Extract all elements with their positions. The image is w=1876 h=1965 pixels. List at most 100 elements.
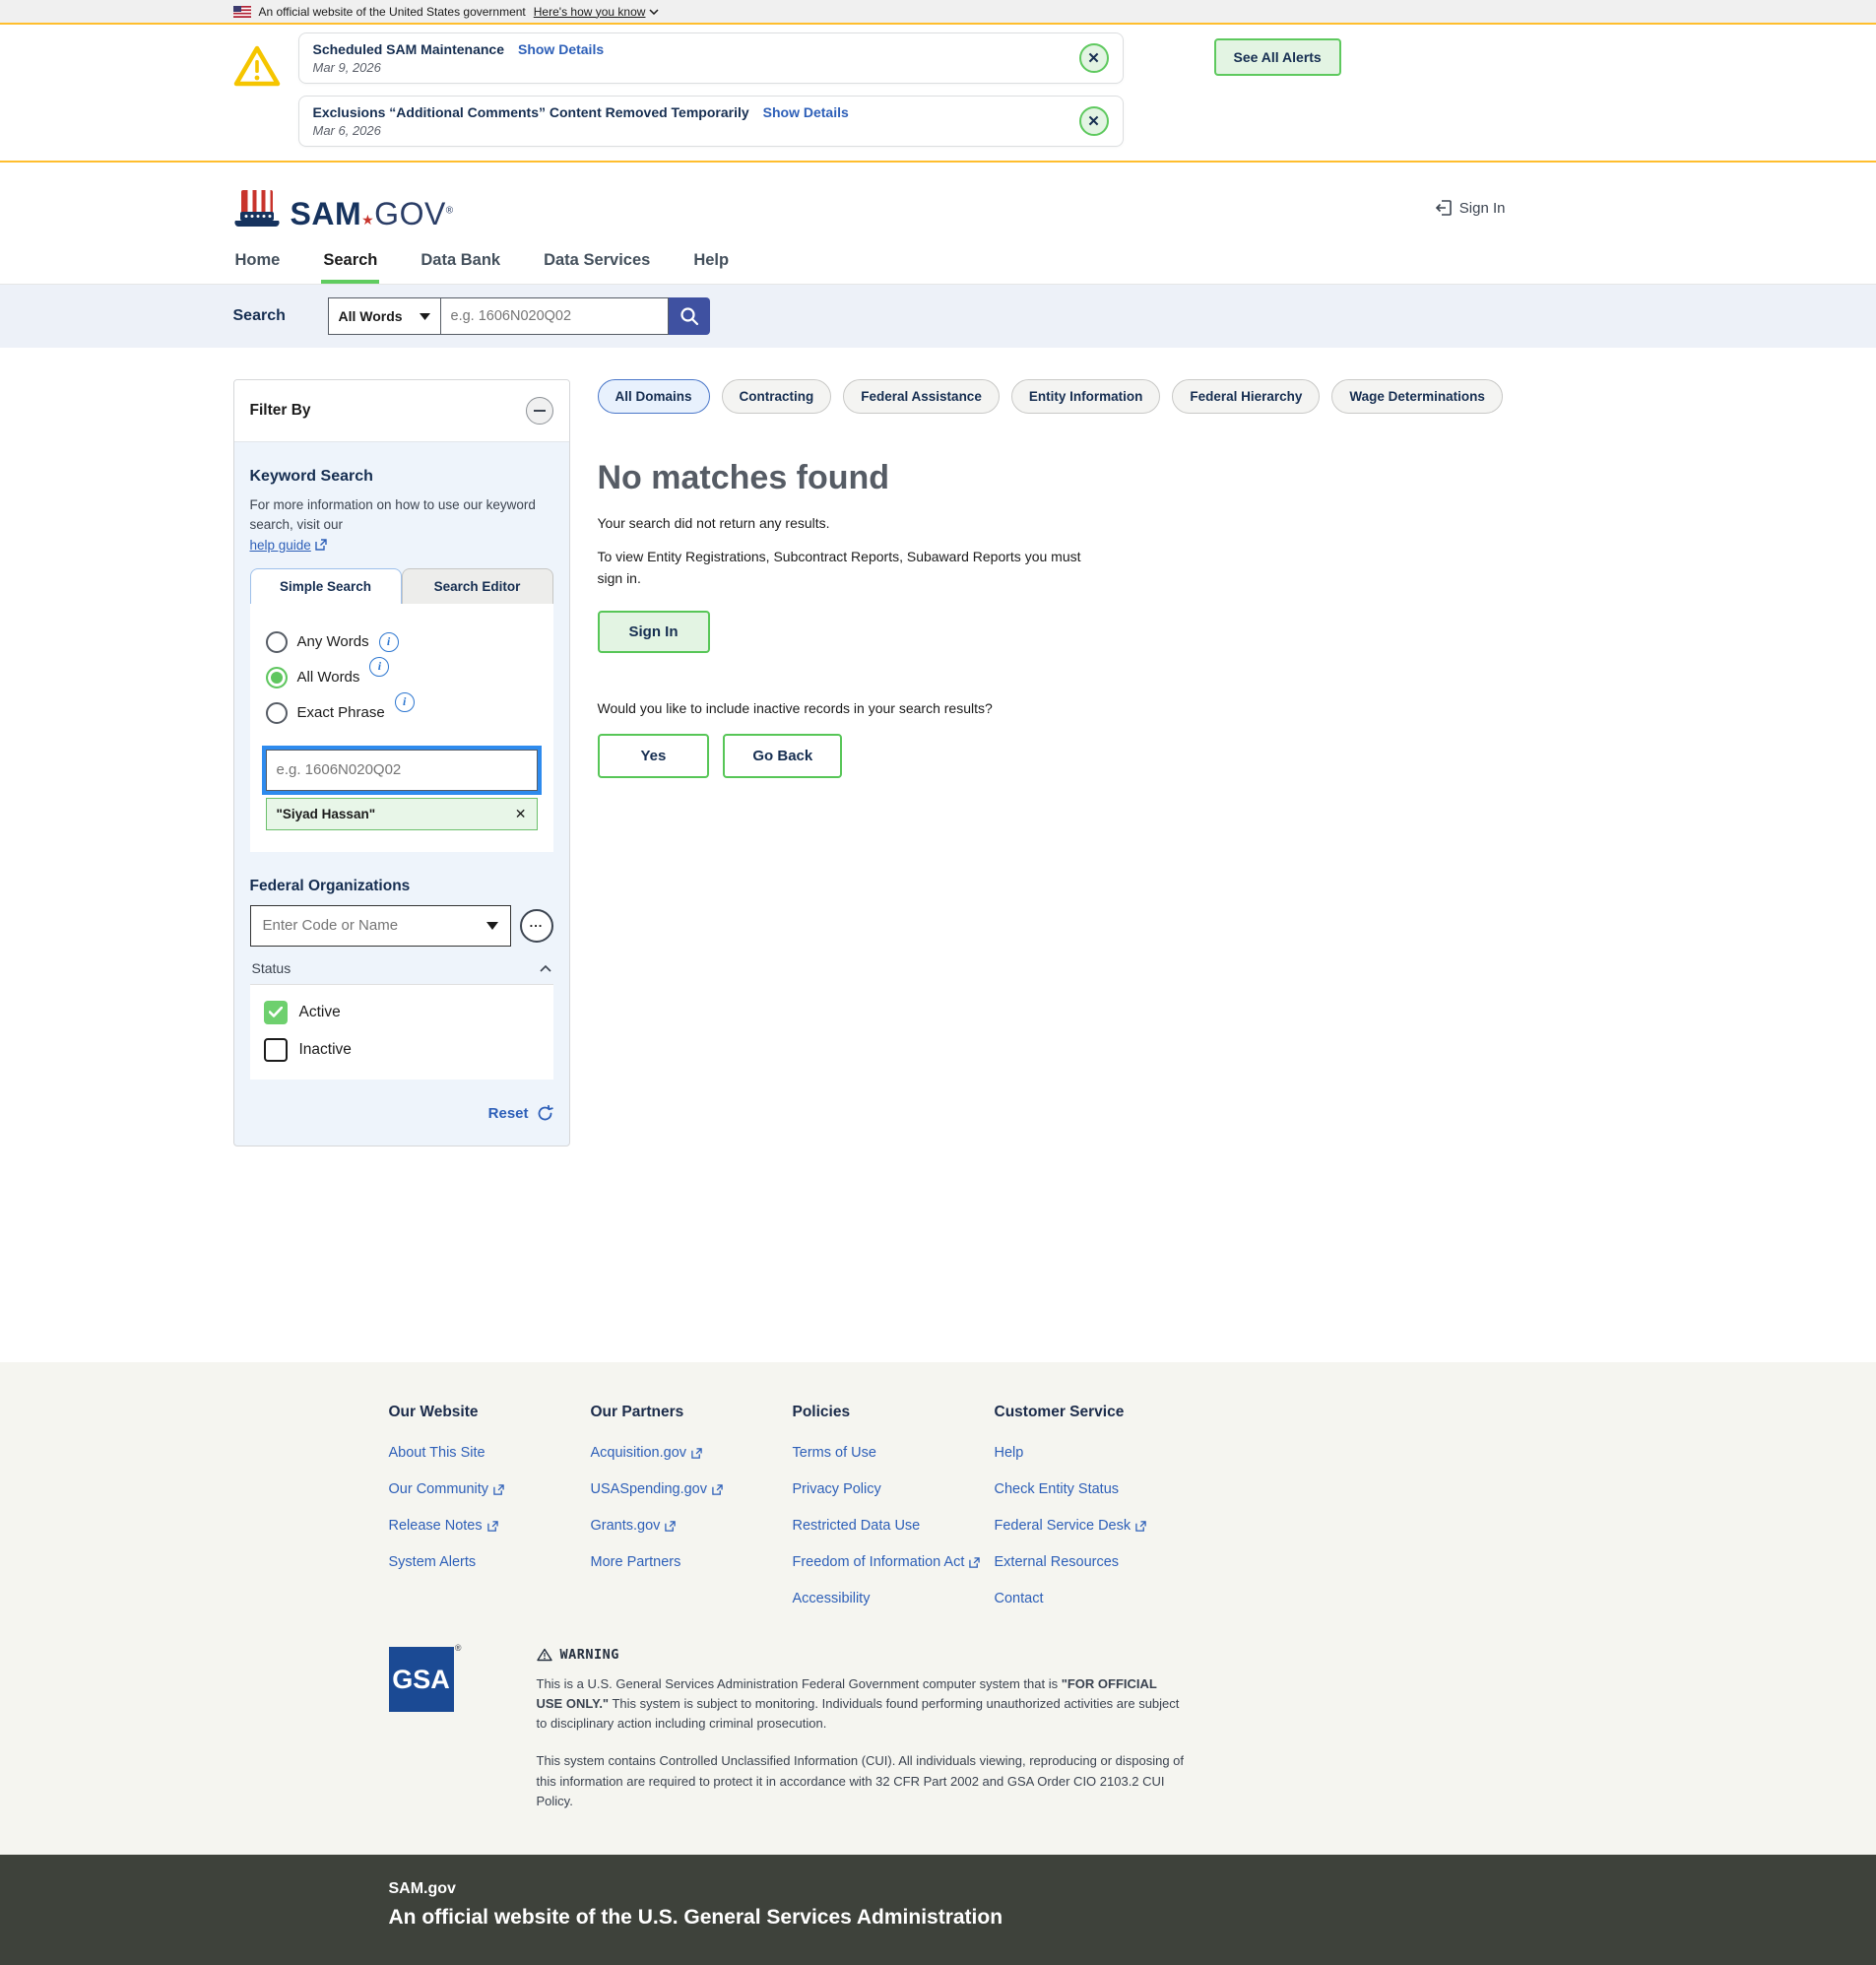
- keyword-search-heading: Keyword Search: [250, 468, 553, 486]
- footer-link-acquisition-gov[interactable]: Acquisition.gov: [591, 1445, 703, 1461]
- nav-item-help[interactable]: Help: [691, 239, 731, 284]
- site-footer: Our Website About This Site Our Communit…: [0, 1362, 1876, 1855]
- radio-any-words[interactable]: [266, 631, 288, 653]
- footer-link-system-alerts[interactable]: System Alerts: [389, 1554, 477, 1570]
- footer-column-customer-service: Customer Service Help Check Entity Statu…: [995, 1404, 1197, 1607]
- footer-link-restricted-data-use[interactable]: Restricted Data Use: [793, 1518, 921, 1534]
- footer-link-privacy-policy[interactable]: Privacy Policy: [793, 1481, 881, 1497]
- tab-search-editor[interactable]: Search Editor: [402, 568, 553, 604]
- sam-gov-logo[interactable]: SAM★GOV®: [233, 186, 454, 229]
- close-icon: ✕: [1087, 112, 1100, 130]
- footer-link-release-notes[interactable]: Release Notes: [389, 1518, 498, 1534]
- global-search-input[interactable]: [440, 297, 669, 335]
- external-link-icon: [665, 1521, 676, 1532]
- bottom-bar-tagline: An official website of the U.S. General …: [389, 1906, 1644, 1930]
- info-icon[interactable]: i: [395, 692, 415, 712]
- info-icon[interactable]: i: [379, 632, 399, 652]
- footer-link-about-this-site[interactable]: About This Site: [389, 1445, 485, 1461]
- gsa-logo: GSA ®: [389, 1647, 454, 1712]
- alert-card: Exclusions “Additional Comments” Content…: [298, 96, 1124, 147]
- checkbox-inactive[interactable]: [264, 1038, 288, 1062]
- nav-item-search[interactable]: Search: [321, 239, 379, 284]
- inactive-records-question: Would you like to include inactive recor…: [598, 700, 1644, 716]
- footer-link-foia[interactable]: Freedom of Information Act: [793, 1554, 981, 1570]
- help-guide-link[interactable]: help guide: [250, 538, 327, 553]
- federal-org-more-button[interactable]: ...: [520, 909, 553, 943]
- footer-link-check-entity-status[interactable]: Check Entity Status: [995, 1481, 1120, 1497]
- see-all-alerts-button[interactable]: See All Alerts: [1214, 38, 1341, 76]
- footer-link-terms-of-use[interactable]: Terms of Use: [793, 1445, 876, 1461]
- chevron-up-icon[interactable]: [540, 964, 551, 972]
- footer-link-federal-service-desk[interactable]: Federal Service Desk: [995, 1518, 1147, 1534]
- tab-simple-search[interactable]: Simple Search: [250, 568, 402, 604]
- footer-link-help[interactable]: Help: [995, 1445, 1024, 1461]
- yes-button[interactable]: Yes: [598, 734, 710, 778]
- search-submit-button[interactable]: [669, 297, 710, 335]
- nav-item-data-services[interactable]: Data Services: [542, 239, 652, 284]
- footer-link-grants-gov[interactable]: Grants.gov: [591, 1518, 677, 1534]
- footer-link-usaspending-gov[interactable]: USASpending.gov: [591, 1481, 724, 1497]
- chevron-down-icon: [649, 9, 659, 15]
- page: An official website of the United States…: [0, 0, 1876, 1965]
- results-area: All Domains Contracting Federal Assistan…: [570, 379, 1644, 778]
- pill-wage-determinations[interactable]: Wage Determinations: [1331, 379, 1503, 414]
- footer-column-our-partners: Our Partners Acquisition.gov USASpending…: [591, 1404, 793, 1607]
- domain-filter-pills: All Domains Contracting Federal Assistan…: [598, 379, 1644, 414]
- pill-contracting[interactable]: Contracting: [722, 379, 832, 414]
- alert-close-button[interactable]: ✕: [1079, 106, 1109, 136]
- keyword-tag-close-icon[interactable]: ✕: [515, 806, 527, 822]
- checkbox-active-label: Active: [299, 1004, 341, 1021]
- footer-link-contact[interactable]: Contact: [995, 1591, 1044, 1606]
- footer-column-our-website: Our Website About This Site Our Communit…: [389, 1404, 591, 1607]
- warning-section: GSA ® WARNING This is a U.S. General Ser…: [389, 1647, 1644, 1855]
- external-link-icon: [691, 1448, 702, 1459]
- sign-in-note: To view Entity Registrations, Subcontrac…: [598, 547, 1090, 589]
- status-options: Active Inactive: [250, 984, 553, 1080]
- alert-show-details-link[interactable]: Show Details: [518, 41, 604, 57]
- alert-date: Mar 6, 2026: [313, 123, 849, 138]
- main-nav: Home Search Data Bank Data Services Help: [0, 239, 1876, 285]
- federal-org-select[interactable]: Enter Code or Name: [250, 905, 511, 947]
- alert-close-button[interactable]: ✕: [1079, 43, 1109, 73]
- nav-item-data-bank[interactable]: Data Bank: [419, 239, 502, 284]
- search-band: Search All Words: [0, 285, 1876, 348]
- radio-exact-phrase[interactable]: [266, 702, 288, 724]
- brand-text: SAM★GOV®: [291, 198, 454, 229]
- warning-paragraph-2: This system contains Controlled Unclassi…: [537, 1751, 1187, 1810]
- radio-exact-phrase-label: Exact Phrase: [297, 704, 385, 721]
- search-mode-select[interactable]: All Words: [328, 297, 440, 335]
- minus-icon: [534, 410, 546, 412]
- header-sign-in-link[interactable]: Sign In: [1435, 199, 1506, 217]
- keyword-tag-text: "Siyad Hassan": [277, 807, 376, 821]
- filter-collapse-button[interactable]: [526, 397, 553, 425]
- caret-down-icon: [420, 313, 430, 320]
- keyword-search-input[interactable]: [266, 750, 538, 791]
- pill-entity-information[interactable]: Entity Information: [1011, 379, 1161, 414]
- federal-organizations-heading: Federal Organizations: [250, 878, 553, 895]
- sign-in-button[interactable]: Sign In: [598, 611, 710, 653]
- us-flag-icon: [233, 6, 251, 18]
- footer-link-more-partners[interactable]: More Partners: [591, 1554, 681, 1570]
- go-back-button[interactable]: Go Back: [723, 734, 842, 778]
- pill-all-domains[interactable]: All Domains: [598, 379, 710, 414]
- filter-panel: Filter By Keyword Search For more inform…: [233, 379, 570, 1146]
- footer-link-accessibility[interactable]: Accessibility: [793, 1591, 871, 1606]
- info-icon[interactable]: i: [369, 657, 389, 677]
- radio-all-words[interactable]: [266, 667, 288, 688]
- radio-any-words-label: Any Words: [297, 633, 369, 650]
- pill-federal-assistance[interactable]: Federal Assistance: [843, 379, 1000, 414]
- nav-item-home[interactable]: Home: [233, 239, 283, 284]
- footer-link-our-community[interactable]: Our Community: [389, 1481, 505, 1497]
- gov-banner-how-link[interactable]: Here's how you know: [534, 5, 660, 19]
- alert-show-details-link[interactable]: Show Details: [763, 104, 849, 120]
- external-link-icon: [712, 1484, 723, 1495]
- caret-down-icon: [486, 922, 498, 930]
- gov-banner: An official website of the United States…: [0, 0, 1876, 23]
- keyword-info-text: For more information on how to use our k…: [250, 495, 553, 536]
- radio-all-words-label: All Words: [297, 669, 360, 686]
- pill-federal-hierarchy[interactable]: Federal Hierarchy: [1172, 379, 1320, 414]
- reset-filters-link[interactable]: Reset: [488, 1105, 553, 1122]
- keyword-tag: "Siyad Hassan" ✕: [266, 798, 538, 830]
- footer-link-external-resources[interactable]: External Resources: [995, 1554, 1120, 1570]
- checkbox-active[interactable]: [264, 1001, 288, 1024]
